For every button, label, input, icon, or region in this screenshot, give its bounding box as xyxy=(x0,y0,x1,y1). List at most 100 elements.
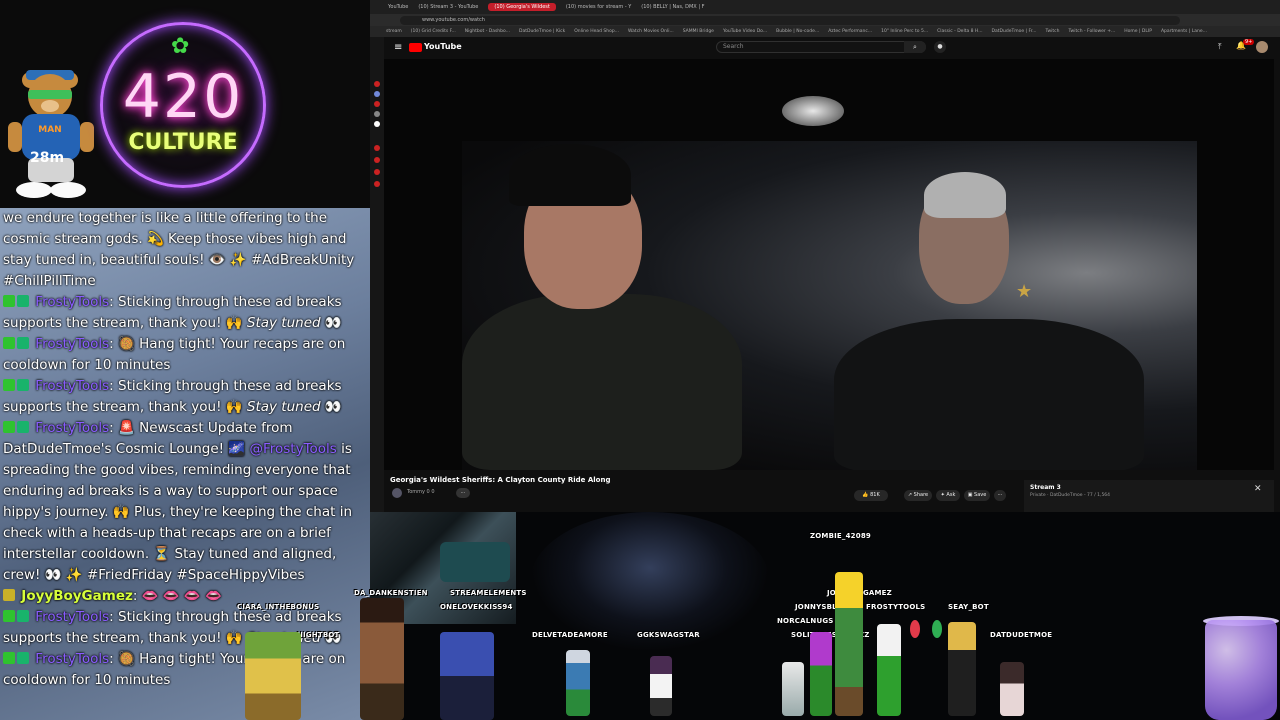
player-name-label: DA_DANKENSTIEN xyxy=(354,589,428,597)
pixel-character-sprite xyxy=(650,656,672,716)
bookmark-item[interactable]: DatDudeTmoe | Kick xyxy=(519,29,565,34)
bookmark-item[interactable]: Nightbot - Dashbo... xyxy=(465,29,510,34)
browser-tab[interactable]: YouTube xyxy=(388,4,408,10)
browser-side-panel xyxy=(370,37,384,512)
moderator-badge-icon xyxy=(3,610,15,622)
sidebar-app-icon[interactable] xyxy=(374,169,380,175)
hamburger-menu-icon[interactable]: ≡ xyxy=(394,42,402,53)
chat-username[interactable]: FrostyTools xyxy=(35,420,109,436)
chat-badges xyxy=(3,292,31,313)
channel-name[interactable]: Tommy 0 0 xyxy=(407,489,435,495)
chat-mention[interactable]: @FrostyTools xyxy=(249,441,336,457)
join-button[interactable]: ⋯ xyxy=(456,488,470,498)
bookmark-item[interactable]: DatDudeTmoe | Fr... xyxy=(992,29,1037,34)
pixel-character-sprite xyxy=(877,624,901,716)
sidebar-app-icon[interactable] xyxy=(374,101,380,107)
bot-badge-icon xyxy=(17,652,29,664)
bookmark-item[interactable]: Twitch xyxy=(1045,29,1059,34)
x-icon[interactable] xyxy=(374,121,380,127)
search-icon[interactable]: ⌕ xyxy=(904,41,926,53)
sheriff-star-icon: ★ xyxy=(1016,281,1033,302)
chat-username[interactable]: FrostyTools xyxy=(35,294,109,310)
microphone-icon[interactable]: ● xyxy=(934,41,946,53)
bookmark-item[interactable]: Aztec Performanc... xyxy=(828,29,872,34)
moderator-badge-icon xyxy=(3,379,15,391)
browser-window: YouTube (10) Stream 3 - YouTube (10) Geo… xyxy=(370,0,1280,512)
bookmark-item[interactable]: 10" Inline Perc to 5... xyxy=(881,29,928,34)
ask-button[interactable]: ✦ Ask xyxy=(936,490,960,501)
bot-badge-icon xyxy=(17,610,29,622)
close-icon[interactable]: ✕ xyxy=(1254,484,1262,494)
youtube-logo-icon[interactable] xyxy=(409,43,422,52)
chat-username[interactable]: FrostyTools xyxy=(35,378,109,394)
browser-tab[interactable]: (10) BELLY | Nas, DMX | F xyxy=(641,4,704,10)
pixel-character-sprite xyxy=(782,662,804,716)
thumbs-up-icon: 👍 xyxy=(862,492,871,498)
neon-logo-word: CULTURE xyxy=(128,130,238,155)
more-options-icon[interactable]: ⋯ xyxy=(994,490,1006,501)
bookmark-item[interactable]: Online Head Shop... xyxy=(574,29,619,34)
browser-tab-bar: YouTube (10) Stream 3 - YouTube (10) Geo… xyxy=(370,0,1280,14)
sidebar-app-icon[interactable] xyxy=(374,157,380,163)
chat-badges xyxy=(3,649,31,670)
chat-panel[interactable]: we endure together is like a little offe… xyxy=(0,208,370,720)
upload-icon[interactable]: ⤒ xyxy=(1218,42,1222,52)
search-input[interactable]: Search xyxy=(716,41,926,53)
bookmarks-bar: stream (10) Grid Credits F... Nightbot -… xyxy=(370,26,1280,37)
account-avatar[interactable] xyxy=(1256,41,1268,53)
chat-message: FrostyTools: 🥘 Hang tight! Your recaps a… xyxy=(0,649,370,691)
bear-timer-text: 28m xyxy=(30,150,65,166)
sidebar-app-icon[interactable] xyxy=(374,81,380,87)
discord-icon[interactable] xyxy=(374,91,380,97)
video-scene-person-right-hair xyxy=(924,172,1006,218)
browser-address-row: www.youtube.com/watch xyxy=(370,14,1280,26)
orbeez-jar-icon xyxy=(1205,620,1277,720)
bookmark-item[interactable]: SAMMI Bridge xyxy=(683,29,714,34)
channel-avatar[interactable] xyxy=(392,488,402,498)
bookmark-item[interactable]: Watch Movies Onli... xyxy=(628,29,674,34)
browser-tab[interactable]: (10) Stream 3 - YouTube xyxy=(418,4,478,10)
like-button[interactable]: 👍 81K xyxy=(854,490,888,501)
chat-username[interactable]: FrostyTools xyxy=(35,336,109,352)
bookmark-item[interactable]: Bubble | No-code... xyxy=(776,29,819,34)
bookmark-item[interactable]: Apartments | Lane... xyxy=(1161,29,1207,34)
address-bar[interactable]: www.youtube.com/watch xyxy=(400,15,1180,25)
chat-username[interactable]: FrostyTools xyxy=(35,651,109,667)
bookmark-item[interactable]: (10) Grid Credits F... xyxy=(411,29,456,34)
chat-message-text: we endure together is like a little offe… xyxy=(3,210,355,289)
chat-username[interactable]: JoyyBoyGamez xyxy=(21,588,133,604)
chat-username[interactable]: FrostyTools xyxy=(35,609,109,625)
playlist-subtitle: Private · DatDudeTmoe - 77 / 1,564 xyxy=(1030,493,1111,498)
playlist-title[interactable]: Stream 3 xyxy=(1030,484,1061,491)
chat-message-tail: 👀 xyxy=(320,399,342,415)
share-button[interactable]: ↗ Share xyxy=(904,490,932,501)
sidebar-app-icon[interactable] xyxy=(374,111,380,117)
video-info-panel: Georgia's Wildest Sheriffs: A Clayton Co… xyxy=(384,470,1280,512)
save-button[interactable]: ▣ Save xyxy=(964,490,990,501)
svg-text:MAN: MAN xyxy=(38,125,61,135)
video-scene-person-left xyxy=(462,294,742,470)
playlist-mini-panel[interactable]: Stream 3 Private · DatDudeTmoe - 77 / 1,… xyxy=(1024,480,1274,512)
chat-badges xyxy=(3,607,31,628)
subscriber-badge-icon xyxy=(3,589,15,601)
player-name-label: CIARA_INTHEBONUS xyxy=(237,603,320,611)
player-name-label: DATDUDETMOE xyxy=(990,631,1053,639)
youtube-header: ≡ YouTube Search ⌕ ● ⤒ 🔔 9+ xyxy=(384,37,1280,59)
bookmark-item[interactable]: YouTube Video Do... xyxy=(723,29,767,34)
leaf-icon: ✿ xyxy=(171,34,190,59)
bookmark-item[interactable]: Home | DLIP xyxy=(1124,29,1152,34)
player-name-label: NORCALNUGS xyxy=(777,617,834,625)
webcam-screen-glow xyxy=(440,542,510,582)
player-name-label: ZOMBIE_42089 xyxy=(810,532,871,540)
bookmark-item[interactable]: Classic - Delta 8 H... xyxy=(937,29,982,34)
browser-tab[interactable]: (10) movies for stream - Y xyxy=(566,4,631,10)
sidebar-app-icon[interactable] xyxy=(374,181,380,187)
bookmark-item[interactable]: stream xyxy=(386,29,402,34)
sidebar-app-icon[interactable] xyxy=(374,145,380,151)
video-player[interactable]: ★ xyxy=(384,59,1274,470)
browser-tab-active[interactable]: (10) Georgia's Wildest xyxy=(488,3,556,11)
share-label: Share xyxy=(913,492,929,498)
bookmark-item[interactable]: Twitch - Follower +... xyxy=(1069,29,1116,34)
youtube-logo-text[interactable]: YouTube xyxy=(424,42,462,51)
chat-badges xyxy=(3,586,17,607)
